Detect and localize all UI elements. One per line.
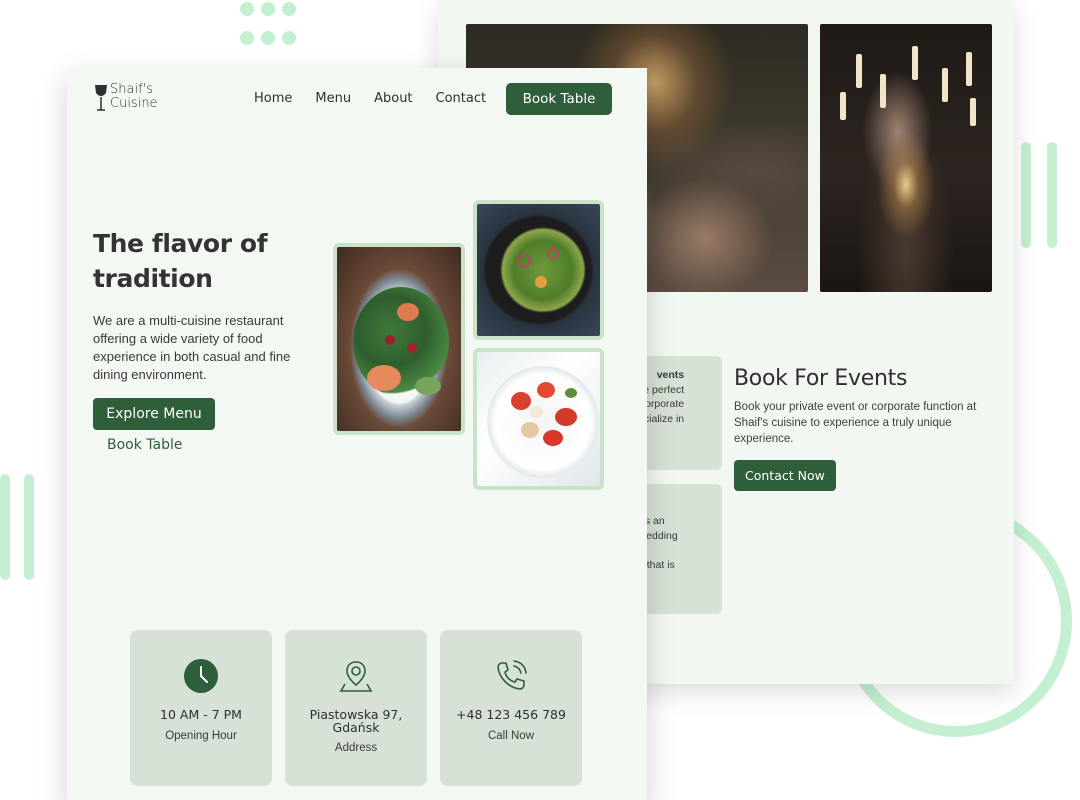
brand-name-line2: Cuisine <box>110 96 158 111</box>
nav-item-menu[interactable]: Menu <box>315 90 351 106</box>
phone-label: Call Now <box>487 730 534 742</box>
events-section: Book For Events Book your private event … <box>734 366 984 491</box>
nav-item-about[interactable]: About <box>374 90 412 106</box>
decor-dot <box>240 31 254 45</box>
address-label: Address <box>334 742 378 754</box>
brand-logo[interactable]: Shaif's Cuisine <box>93 83 158 113</box>
opening-hours-value: 10 AM - 7 PM <box>160 707 242 722</box>
decor-dot <box>282 31 296 45</box>
caprese-salad-image <box>473 348 604 490</box>
salad-bowl-image <box>473 200 604 340</box>
hero-description: We are a multi-cuisine restaurant offeri… <box>93 313 291 382</box>
decor-dot <box>282 2 296 16</box>
opening-hours-card: 10 AM - 7 PM Opening Hour <box>130 630 272 786</box>
decor-dot <box>261 31 275 45</box>
phone-value: +48 123 456 789 <box>456 707 566 722</box>
explore-menu-button[interactable]: Explore Menu <box>93 398 215 430</box>
opening-hours-label: Opening Hour <box>165 730 237 742</box>
wine-glass-icon <box>95 85 107 111</box>
decor-bar <box>24 474 34 580</box>
decor-bar <box>0 474 10 580</box>
candlelit-table-photo <box>820 24 992 292</box>
main-nav: Home Menu About Contact <box>254 90 486 106</box>
address-value: Piastowska 97, Gdańsk <box>309 707 403 735</box>
book-table-link[interactable]: Book Table <box>107 437 183 453</box>
phone-card[interactable]: +48 123 456 789 Call Now <box>440 630 582 786</box>
book-table-button[interactable]: Book Table <box>506 83 612 115</box>
decor-bar <box>1021 142 1031 248</box>
location-pin-icon <box>339 661 373 692</box>
brand-name-line1: Shaif's <box>110 82 153 97</box>
home-page-preview: Shaif's Cuisine Home Menu About Contact … <box>67 68 647 800</box>
address-card: Piastowska 97, Gdańsk Address <box>285 630 427 786</box>
contact-now-button[interactable]: Contact Now <box>734 460 836 491</box>
nav-item-home[interactable]: Home <box>254 90 292 106</box>
salad-plate-image <box>333 243 465 435</box>
decor-dot <box>240 2 254 16</box>
clock-icon <box>184 659 218 693</box>
events-description: Book your private event or corporate fun… <box>734 401 977 445</box>
events-title: Book For Events <box>734 366 908 391</box>
hero-title: The flavor of tradition <box>93 229 268 293</box>
decor-bar <box>1047 142 1057 248</box>
phone-icon <box>497 660 527 690</box>
decor-dot <box>261 2 275 16</box>
nav-item-contact[interactable]: Contact <box>436 90 487 106</box>
